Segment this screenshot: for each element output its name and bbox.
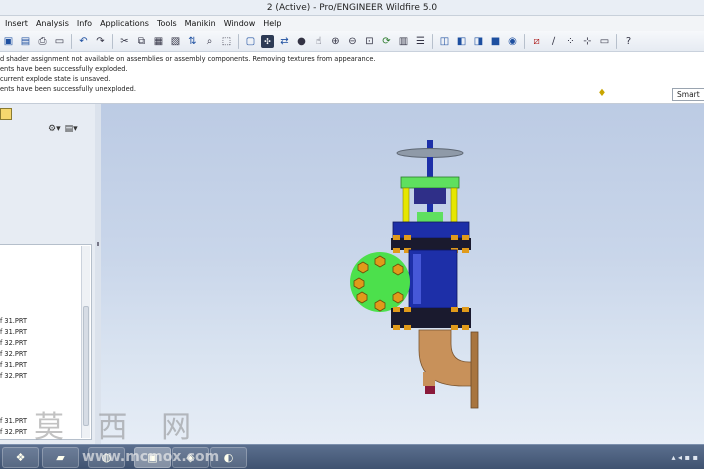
- window-title: 2 (Active) - Pro/ENGINEER Wildfire 5.0: [0, 0, 704, 16]
- menu-info[interactable]: Info: [73, 16, 96, 31]
- tree-node[interactable]: f 32.PRT: [0, 339, 27, 347]
- paste-special-icon[interactable]: ▧: [169, 35, 182, 48]
- save-icon[interactable]: ▤: [19, 35, 32, 48]
- yoke-rod-left: [402, 187, 410, 223]
- undo-icon[interactable]: ↶: [77, 35, 90, 48]
- drain-boss: [423, 372, 435, 386]
- toolbar-separator: [71, 33, 72, 49]
- message-line: current explode state is unsaved.: [0, 75, 111, 83]
- tree-node[interactable]: f 31.PRT: [0, 417, 27, 425]
- message-line: d shader assignment not available on ass…: [0, 55, 376, 63]
- body-highlight: [413, 254, 421, 304]
- refit-icon[interactable]: ⊡: [363, 35, 376, 48]
- toolbar-separator: [524, 33, 525, 49]
- valve-assembly-model: [350, 140, 479, 409]
- open-icon[interactable]: ▣: [2, 35, 15, 48]
- handwheel: [396, 148, 464, 158]
- no-hidden-icon[interactable]: ◨: [472, 35, 485, 48]
- zoom-in-icon[interactable]: ⊕: [329, 35, 342, 48]
- annotations-icon[interactable]: ▭: [598, 35, 611, 48]
- redo-icon[interactable]: ↷: [94, 35, 107, 48]
- menu-bar: Insert Analysis Info Applications Tools …: [0, 16, 704, 31]
- lightbulb-icon[interactable]: ♦: [597, 88, 607, 100]
- watermark-url: www.mcmox.com: [82, 449, 220, 465]
- appearance-icon[interactable]: ●: [295, 35, 308, 48]
- lower-flange: [391, 308, 471, 328]
- selection-filter[interactable]: Smart: [672, 88, 704, 101]
- menu-window[interactable]: Window: [220, 16, 260, 31]
- menu-analysis[interactable]: Analysis: [32, 16, 73, 31]
- stem-nut: [414, 188, 446, 204]
- coord-sys-icon[interactable]: ⊹: [581, 35, 594, 48]
- tree-settings-icon[interactable]: ⚙▾: [48, 124, 61, 134]
- yoke-rod-right: [450, 187, 458, 223]
- tree-node[interactable]: f 32.PRT: [0, 372, 27, 380]
- bonnet-flange: [391, 238, 471, 250]
- pan-icon[interactable]: ☝: [312, 35, 325, 48]
- paste-icon[interactable]: ▦: [152, 35, 165, 48]
- taskbar-folder-icon[interactable]: ▰: [42, 447, 79, 468]
- hidden-line-icon[interactable]: ◧: [455, 35, 468, 48]
- toolbar-separator: [432, 33, 433, 49]
- shading-icon[interactable]: ■: [489, 35, 502, 48]
- spin-center-icon[interactable]: ✣: [261, 34, 274, 48]
- datum-planes-icon[interactable]: ⧄: [530, 35, 543, 48]
- saved-views-icon[interactable]: ▥: [397, 35, 410, 48]
- orient-mode-icon[interactable]: ⇄: [278, 35, 291, 48]
- context-help-icon[interactable]: ?: [622, 35, 635, 48]
- tree-node[interactable]: f 32.PRT: [0, 350, 27, 358]
- datum-points-icon[interactable]: ⁘: [564, 35, 577, 48]
- toolbar-separator: [616, 33, 617, 49]
- message-line: ents have been successfully exploded.: [0, 65, 128, 73]
- select-box-icon[interactable]: ⬚: [220, 35, 233, 48]
- menu-insert[interactable]: Insert: [0, 16, 32, 31]
- repaint-icon[interactable]: ▢: [244, 35, 257, 48]
- datum-axes-icon[interactable]: ∕: [547, 35, 560, 48]
- gland: [417, 212, 443, 222]
- menu-tools[interactable]: Tools: [153, 16, 181, 31]
- tree-toolbar: ⚙▾ ▤▾: [48, 124, 78, 134]
- system-tray[interactable]: ▴ ◂ ▪ ▪: [671, 453, 698, 462]
- enhanced-realism-icon[interactable]: ◉: [506, 35, 519, 48]
- tree-node[interactable]: f 31.PRT: [0, 328, 27, 336]
- graphics-window[interactable]: [101, 104, 704, 444]
- reorient-icon[interactable]: ⟳: [380, 35, 393, 48]
- menu-manikin[interactable]: Manikin: [181, 16, 220, 31]
- drain-plug: [425, 386, 435, 394]
- wireframe-icon[interactable]: ◫: [438, 35, 451, 48]
- cut-icon[interactable]: ✂: [118, 35, 131, 48]
- main-toolbar: ▣ ▤ ⎙ ▭ ↶ ↷ ✂ ⧉ ▦ ▧ ⇅ ⌕ ⬚ ▢ ✣ ⇄ ● ☝ ⊕ ⊖ …: [0, 31, 704, 52]
- outlet-flange: [470, 331, 479, 409]
- model-tree-tab[interactable]: [0, 108, 12, 120]
- watermark-chinese: 莫 西 网: [34, 410, 204, 445]
- toolbar-separator: [112, 33, 113, 49]
- print-icon[interactable]: ⎙: [36, 35, 49, 48]
- find-icon[interactable]: ⌕: [203, 35, 216, 48]
- zoom-out-icon[interactable]: ⊖: [346, 35, 359, 48]
- copy-icon[interactable]: ⧉: [135, 35, 148, 48]
- tree-node[interactable]: f 32.PRT: [0, 428, 27, 436]
- tree-node[interactable]: f 31.PRT: [0, 317, 27, 325]
- tree-node[interactable]: f 31.PRT: [0, 361, 27, 369]
- email-icon[interactable]: ▭: [53, 35, 66, 48]
- yoke-top: [400, 176, 460, 189]
- navigator-panel: ⚙▾ ▤▾ f 31.PRT f 31.PRT f 32.PRT f 32.PR…: [0, 104, 101, 444]
- start-button[interactable]: ❖: [2, 447, 39, 468]
- regenerate-icon[interactable]: ⇅: [186, 35, 199, 48]
- layers-icon[interactable]: ☰: [414, 35, 427, 48]
- menu-applications[interactable]: Applications: [96, 16, 153, 31]
- show-icon[interactable]: ▤▾: [65, 124, 78, 134]
- toolbar-separator: [238, 33, 239, 49]
- menu-help[interactable]: Help: [259, 16, 285, 31]
